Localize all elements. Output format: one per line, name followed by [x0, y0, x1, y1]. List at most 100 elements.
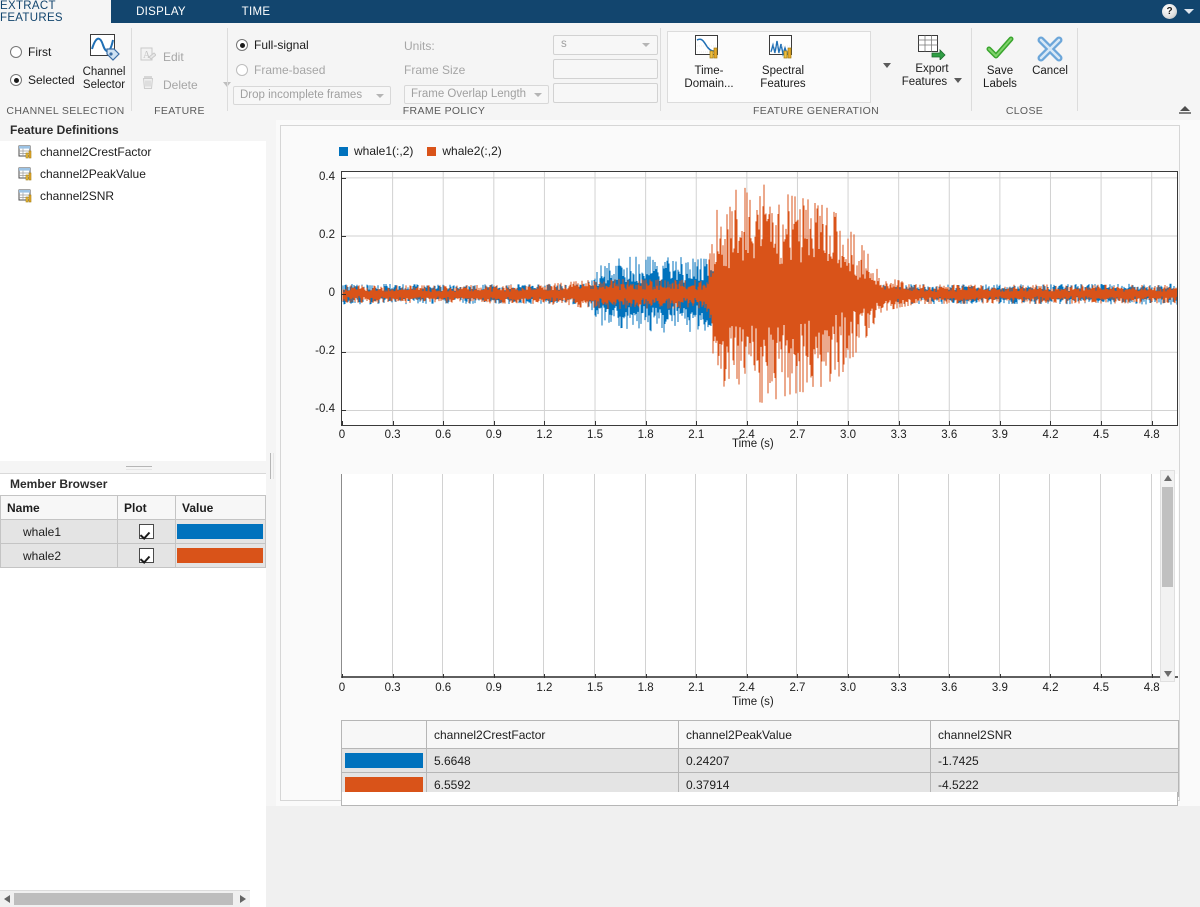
group-label-close: CLOSE	[1005, 105, 1044, 117]
xaxis-tick-label: 0.9	[485, 682, 502, 694]
scroll-right-icon[interactable]	[240, 895, 246, 903]
row-color-swatch	[341, 748, 427, 773]
xaxis-tick	[544, 421, 546, 425]
xaxis-tick	[898, 674, 900, 678]
member-plot-checkbox[interactable]	[117, 543, 176, 568]
xaxis-tick-label: 0	[338, 682, 346, 694]
xaxis-tick-label: 3.0	[840, 682, 857, 694]
xaxis-tick	[392, 421, 394, 425]
tab-extract-features[interactable]: EXTRACT FEATURES	[0, 0, 111, 24]
radio-selected[interactable]: Selected	[10, 73, 75, 87]
column-header-value[interactable]: Value	[175, 495, 266, 520]
list-item[interactable]: channel2PeakValue	[0, 163, 266, 185]
radio-full-signal[interactable]: Full-signal	[236, 38, 309, 52]
incomplete-frames-dropdown[interactable]: Drop incomplete frames	[233, 86, 391, 105]
channel-selector-button[interactable]: Channel Selector	[76, 33, 132, 92]
collapse-ribbon-icon[interactable]	[1178, 105, 1192, 116]
ribbon-group-feature: A Edit Delete FEATURE	[132, 23, 231, 120]
yaxis-line	[341, 474, 342, 676]
radio-frame-based[interactable]: Frame-based	[236, 63, 325, 77]
export-features-button[interactable]: Export Features	[899, 34, 965, 89]
column-header-peakvalue[interactable]: channel2PeakValue	[678, 720, 931, 749]
member-browser-title: Member Browser	[10, 477, 108, 491]
group-label-feature-generation: FEATURE GENERATION	[752, 105, 880, 117]
column-header-name[interactable]: Name	[0, 495, 118, 520]
feature-definitions-list: channel2CrestFactor channel2PeakValue ch…	[0, 141, 266, 461]
spectral-features-icon	[768, 34, 798, 65]
vertical-splitter[interactable]	[266, 120, 276, 806]
xaxis-tick-label: 1.5	[587, 682, 604, 694]
frame-overlap-dropdown[interactable]: Frame Overlap Length	[404, 85, 549, 104]
delete-feature-button[interactable]: Delete	[140, 75, 231, 94]
xaxis-tick	[595, 421, 597, 425]
time-domain-features-button[interactable]: Time- Domain...	[673, 34, 745, 91]
gridline	[948, 474, 950, 676]
spectral-features-button[interactable]: Spectral Features	[747, 34, 819, 91]
list-item[interactable]: channel2SNR	[0, 185, 266, 207]
signal-plot-axes[interactable]	[341, 171, 1178, 426]
frame-overlap-input[interactable]	[553, 83, 658, 103]
units-select[interactable]: s	[553, 35, 658, 55]
scroll-down-icon[interactable]	[1164, 671, 1172, 677]
yaxis-tick	[341, 177, 346, 179]
yaxis-tick-label: 0.2	[319, 228, 335, 241]
splitter-grip	[270, 453, 274, 479]
plot-vertical-scrollbar[interactable]	[1160, 470, 1175, 682]
units-label: Units:	[404, 39, 435, 53]
scroll-up-icon[interactable]	[1164, 475, 1172, 481]
table-row[interactable]: whale1	[0, 519, 266, 544]
save-labels-label-1: Save	[986, 65, 1014, 77]
scroll-left-icon[interactable]	[4, 895, 10, 903]
tab-time[interactable]: TIME	[211, 0, 301, 23]
horizontal-splitter[interactable]	[0, 461, 266, 473]
chevron-down-icon[interactable]	[883, 63, 891, 68]
feature-results-table: channel2CrestFactor channel2PeakValue ch…	[341, 720, 1179, 797]
chevron-down-icon[interactable]	[954, 78, 963, 83]
gridline	[644, 474, 646, 676]
column-header-plot[interactable]: Plot	[117, 495, 176, 520]
checkbox-checked-icon	[139, 548, 154, 564]
cancel-button[interactable]: Cancel	[1026, 36, 1074, 78]
legend-item-whale1[interactable]: whale1(:,2)	[339, 144, 413, 158]
table-row[interactable]: whale2	[0, 543, 266, 568]
scrollbar-thumb[interactable]	[14, 893, 233, 905]
xaxis-tick-label: 2.7	[789, 429, 806, 441]
xaxis-tick	[342, 421, 343, 425]
xaxis-tick	[746, 674, 748, 678]
save-labels-button[interactable]: Save Labels	[976, 36, 1024, 91]
chevron-down-icon[interactable]	[1184, 9, 1194, 14]
gridline	[492, 474, 494, 676]
empty-plot-axes[interactable]	[341, 474, 1178, 678]
horizontal-scrollbar[interactable]	[0, 890, 250, 907]
frame-size-input[interactable]	[553, 59, 658, 79]
xaxis-tick-label: 2.7	[789, 682, 806, 694]
frame-size-label: Frame Size	[404, 63, 466, 77]
yaxis-tick-label: 0	[328, 287, 335, 300]
xaxis-tick	[696, 421, 698, 425]
ribbon-tab-bar: EXTRACT FEATURES DISPLAY TIME ?	[0, 0, 1200, 24]
scrollbar-thumb[interactable]	[1162, 487, 1173, 587]
radio-selected-indicator	[10, 74, 22, 86]
legend-item-whale2[interactable]: whale2(:,2)	[427, 144, 502, 158]
xaxis-tick-label: 4.8	[1143, 429, 1160, 441]
ribbon-group-channel-selection: First Selected Channel Selector CHANNEL …	[0, 23, 131, 120]
feature-definitions-header: Feature Definitions	[0, 120, 266, 142]
yaxis-tick	[341, 294, 346, 296]
list-item[interactable]: channel2CrestFactor	[0, 141, 266, 163]
radio-frame-based-label: Frame-based	[254, 63, 326, 77]
member-plot-checkbox[interactable]	[117, 519, 176, 544]
column-header-crestfactor[interactable]: channel2CrestFactor	[426, 720, 679, 749]
column-header-snr[interactable]: channel2SNR	[930, 720, 1179, 749]
chevron-down-icon	[376, 94, 384, 98]
yaxis-tick	[341, 410, 346, 412]
table-header-row: channel2CrestFactor channel2PeakValue ch…	[341, 720, 1179, 749]
edit-feature-button[interactable]: A Edit	[140, 47, 184, 66]
radio-first[interactable]: First	[10, 45, 51, 59]
question-mark-icon[interactable]: ?	[1162, 4, 1177, 19]
splitter-grip	[126, 466, 152, 470]
feature-table-icon	[18, 167, 33, 182]
table-row[interactable]: 5.6648 0.24207 -1.7425	[341, 748, 1179, 773]
tab-display[interactable]: DISPLAY	[111, 0, 211, 23]
xaxis-tick-label: 3.3	[890, 429, 907, 441]
group-label-frame-policy: FRAME POLICY	[402, 105, 486, 117]
